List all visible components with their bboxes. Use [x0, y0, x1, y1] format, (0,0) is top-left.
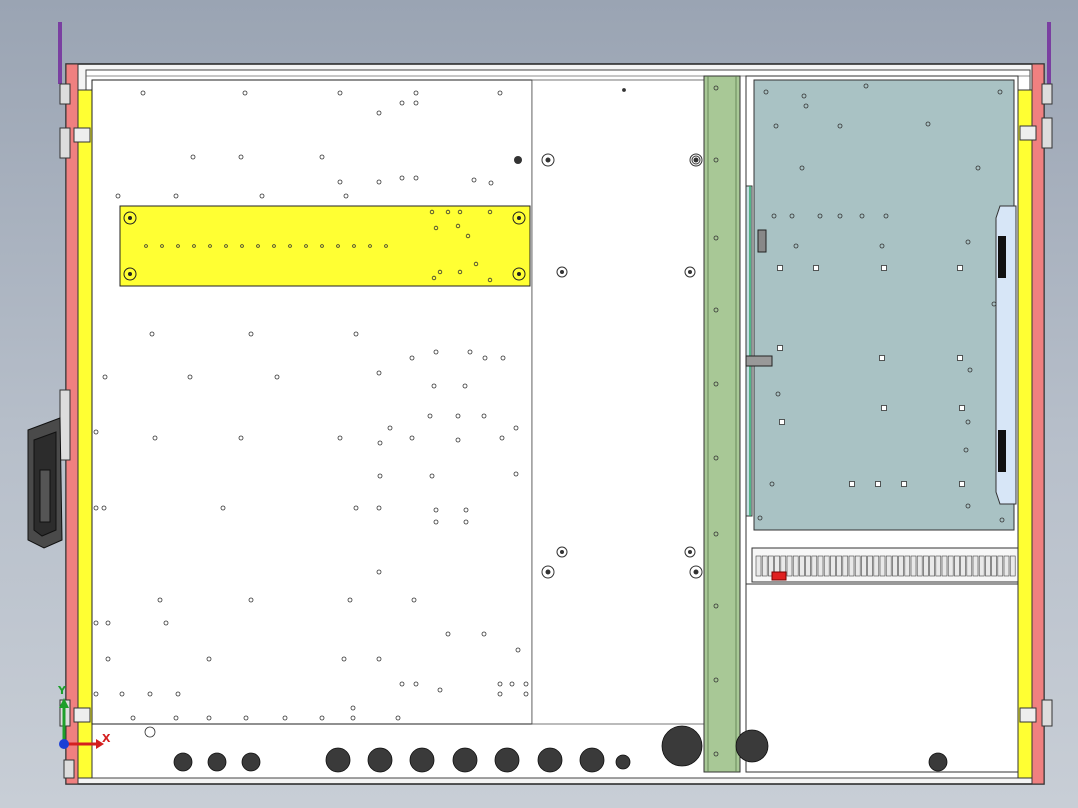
terminal	[823, 555, 830, 577]
terminal	[960, 555, 966, 577]
terminal	[1003, 555, 1010, 577]
terminal	[830, 555, 836, 577]
pcb-pad	[849, 481, 855, 487]
terminal	[923, 555, 929, 577]
terminal	[786, 555, 793, 577]
terminal-block-icon[interactable]	[751, 547, 1019, 583]
terminal	[935, 555, 942, 577]
mounting-hole	[173, 752, 193, 772]
terminal	[991, 555, 997, 577]
hinge-post-left-icon	[58, 22, 62, 84]
mounting-hole	[325, 747, 351, 773]
pcb-pad	[881, 265, 887, 271]
terminal	[985, 555, 991, 577]
connector-slot	[745, 355, 773, 367]
terminal	[966, 555, 973, 577]
pcb-pad	[777, 345, 783, 351]
terminal	[898, 555, 904, 577]
terminal	[861, 555, 867, 577]
mounting-hole	[928, 752, 948, 772]
axis-x-label: X	[102, 732, 111, 745]
cad-viewport[interactable]: X Y	[0, 0, 1078, 808]
terminal	[972, 555, 979, 577]
terminal	[892, 555, 898, 577]
terminal	[842, 555, 849, 577]
terminal	[817, 555, 824, 577]
mounting-hole	[241, 752, 261, 772]
pcb-pad	[959, 405, 965, 411]
terminal	[947, 555, 954, 577]
terminal	[848, 555, 855, 577]
pcb-board[interactable]	[745, 79, 1017, 531]
terminal	[867, 555, 873, 577]
pcb-pad	[777, 265, 783, 271]
hinge-post-right-icon	[1047, 22, 1051, 84]
pcb-pad	[779, 419, 785, 425]
pcb-pad	[957, 355, 963, 361]
mounting-hole	[207, 752, 227, 772]
pcb-pad	[901, 481, 907, 487]
mounting-hole	[735, 729, 769, 763]
terminal	[879, 555, 886, 577]
terminal	[978, 555, 985, 577]
main-mounting-plate[interactable]	[91, 79, 705, 725]
yellow-din-plate[interactable]	[119, 205, 531, 287]
left-side-rail	[59, 63, 93, 785]
terminal	[910, 555, 917, 577]
mounting-hole	[615, 754, 631, 770]
terminal	[885, 555, 892, 577]
terminal	[954, 555, 960, 577]
terminal	[904, 555, 911, 577]
axis-y-label: Y	[58, 684, 66, 697]
terminal	[792, 555, 799, 577]
mounting-hole	[494, 747, 520, 773]
mounting-hole	[537, 747, 563, 773]
terminal	[761, 555, 768, 577]
connector-slot	[757, 229, 767, 253]
terminal	[941, 555, 948, 577]
mounting-hole	[452, 747, 478, 773]
terminal	[805, 555, 811, 577]
terminal	[929, 555, 935, 577]
terminal	[755, 555, 762, 577]
terminal	[854, 555, 861, 577]
pcb-pad	[957, 265, 963, 271]
terminal	[811, 555, 818, 577]
terminal	[997, 555, 1004, 577]
terminal	[799, 555, 805, 577]
mounting-hole	[579, 747, 605, 773]
pcb-pad	[813, 265, 819, 271]
pcb-pad	[875, 481, 881, 487]
terminal	[1009, 555, 1016, 577]
pcb-pad	[879, 355, 885, 361]
mounting-hole	[409, 747, 435, 773]
mounting-hole	[622, 88, 626, 92]
green-cable-channel[interactable]	[703, 75, 741, 773]
pcb-pad	[959, 481, 965, 487]
terminal	[873, 555, 880, 577]
right-side-rail	[1017, 63, 1053, 785]
terminal	[916, 555, 923, 577]
terminal	[836, 555, 842, 577]
mounting-hole	[367, 747, 393, 773]
pcb-pad	[881, 405, 887, 411]
mounting-hole	[661, 725, 703, 767]
door-handle-icon[interactable]	[27, 417, 63, 549]
enclosure-drawing[interactable]	[0, 0, 1078, 808]
